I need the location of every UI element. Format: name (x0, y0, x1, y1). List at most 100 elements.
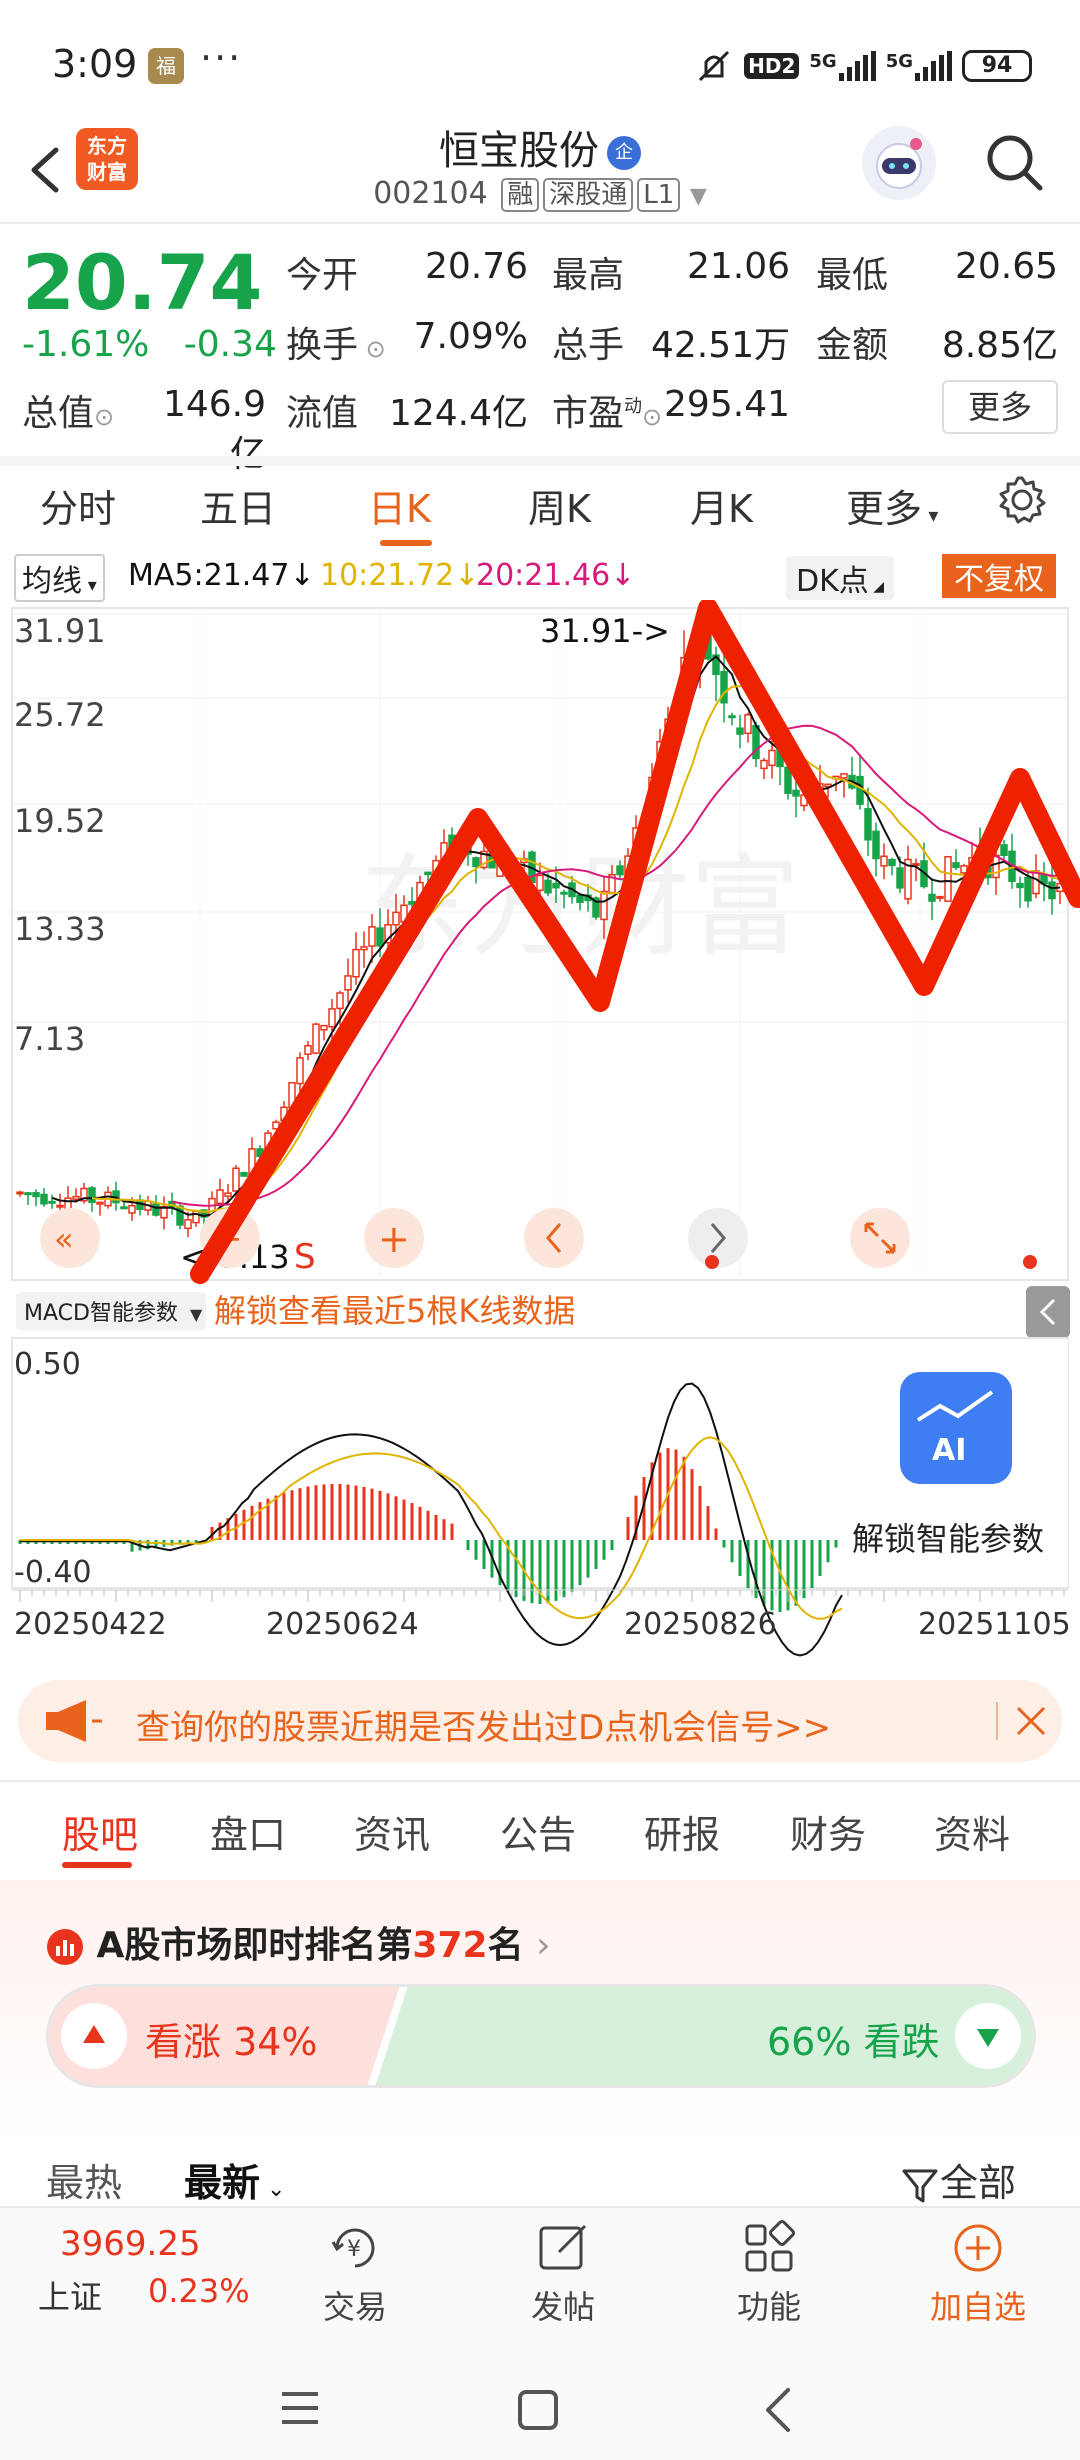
tab-intraday[interactable]: 分时 (40, 478, 116, 533)
candle-body (872, 830, 880, 860)
dropdown-icon: ▾ (922, 503, 939, 527)
candle-body (864, 808, 872, 841)
bearish-button[interactable] (955, 2003, 1021, 2069)
status-time: 3:09 (52, 42, 138, 86)
tab-finance[interactable]: 财务 (790, 1804, 866, 1859)
tab-profile[interactable]: 资料 (934, 1804, 1010, 1859)
candle-body (1000, 844, 1008, 856)
x-date-1: 20250422 (14, 1607, 167, 1642)
sentiment-bar: 看涨 34% 66% 看跌 (46, 1984, 1036, 2088)
index-ticker[interactable]: 3969.25 上证 0.23% (30, 2206, 260, 2332)
macd-y-bottom: -0.40 (14, 1555, 92, 1590)
sort-new[interactable]: 最新 ⌄ (184, 2152, 285, 2207)
candle-body (880, 855, 888, 867)
candle-body (32, 1192, 40, 1198)
candle-body (368, 926, 376, 947)
candle-body (360, 946, 368, 951)
kline-chart[interactable]: 东方财富 31.9125.7219.5213.337.13 31.91-> <-… (0, 600, 1080, 1660)
nav-function[interactable]: 功能 (714, 2206, 824, 2332)
svg-text:+: + (378, 1217, 410, 1261)
triangle-up-icon (83, 2025, 105, 2043)
app-logo: 东方 财富 (76, 128, 138, 190)
tab-orderbook[interactable]: 盘口 (210, 1804, 286, 1859)
ma20-value: 20:21.46↓ (476, 558, 636, 593)
candle-body (616, 865, 624, 876)
search-icon[interactable] (980, 128, 1050, 198)
candle-body (232, 1167, 240, 1192)
bullish-button[interactable] (61, 2003, 127, 2069)
header-divider (0, 222, 1080, 224)
low-value: 20.65 (954, 246, 1058, 287)
menu-icon[interactable] (278, 2388, 322, 2428)
home-icon[interactable] (516, 2388, 560, 2432)
tab-daily-k[interactable]: 日K (368, 478, 431, 533)
dk-point-button[interactable]: DK点 ◢ (786, 556, 894, 600)
hd-icon: HD2 (744, 53, 800, 79)
turnover-label[interactable]: 换手 ⊙ (286, 316, 386, 368)
y-tick-label: 25.72 (14, 696, 106, 734)
scroll-left-icon[interactable] (524, 1208, 584, 1268)
info-icon: ⊙ (94, 403, 115, 431)
nav-trade[interactable]: ¥ 交易 (300, 2206, 410, 2332)
stock-header: 恒宝股份企 002104 融深股通 L1 ▼ 东方 财富 (0, 118, 1080, 226)
adjust-button[interactable]: 不复权 (942, 554, 1056, 598)
candle-body (888, 859, 896, 867)
triangle-down-icon (977, 2029, 999, 2047)
connect-tag: 深股通 (543, 178, 634, 212)
tab-guba[interactable]: 股吧 (62, 1804, 138, 1859)
volume-label: 总手 (552, 325, 625, 366)
back-icon[interactable] (758, 2386, 798, 2434)
candle-body (88, 1187, 96, 1203)
pe-label[interactable]: 市盈动⊙ (552, 384, 662, 436)
tab-weekly-k[interactable]: 周K (528, 478, 591, 533)
battery-icon: 94 (962, 50, 1032, 82)
settings-gear-icon[interactable] (996, 474, 1048, 526)
assistant-robot-icon[interactable] (862, 126, 936, 200)
more-quote-button[interactable]: 更多 (942, 380, 1058, 434)
grid-apps-icon (745, 2220, 795, 2272)
system-nav-bar (0, 2332, 1080, 2460)
candle-body (952, 862, 960, 869)
ma-selector[interactable]: 均线 ▾ (14, 554, 105, 602)
info-icon: ⊙ (358, 335, 386, 363)
candle-body (328, 1008, 336, 1028)
zoom-in-icon[interactable]: + (364, 1208, 424, 1268)
candle-body (472, 857, 480, 868)
tab-news[interactable]: 资讯 (354, 1804, 430, 1859)
mute-icon (699, 50, 730, 82)
scroll-right-icon[interactable] (688, 1208, 748, 1269)
collapse-panel-icon[interactable] (1026, 1286, 1070, 1338)
fullscreen-icon[interactable] (850, 1208, 910, 1268)
dk-signal-banner[interactable]: 查询你的股票近期是否发出过D点机会信号>> (18, 1680, 1062, 1762)
candle-body (24, 1192, 32, 1196)
ai-unlock-card[interactable]: AI 解锁智能参数 (846, 1340, 1068, 1586)
candle-body (424, 871, 432, 876)
ma-indicator-row: 均线 ▾ MA5:21.47↓ 10:21.72↓ 20:21.46↓ DK点 … (0, 550, 1080, 602)
tab-announcements[interactable]: 公告 (500, 1804, 576, 1859)
macd-selector-label: MACD智能参数 (24, 1301, 178, 1326)
tab-monthly-k[interactable]: 月K (690, 478, 753, 533)
nav-post[interactable]: 发帖 (508, 2206, 618, 2332)
market-rank[interactable]: A股市场即时排名第372名 › (46, 1916, 551, 1968)
tab-five-day[interactable]: 五日 (200, 478, 276, 533)
nav-add-watchlist[interactable]: 加自选 (908, 2206, 1048, 2332)
candle-body (128, 1204, 136, 1214)
enterprise-badge-icon: 企 (607, 136, 641, 170)
open-value: 20.76 (424, 246, 528, 287)
candle-body (224, 1192, 232, 1197)
back-arrow-icon[interactable] (20, 138, 70, 202)
ma10-value: 10:21.72↓ (320, 558, 480, 593)
sort-hot[interactable]: 最热 (46, 2152, 122, 2207)
candle-body (240, 1171, 248, 1177)
filter-all[interactable]: 全部 (900, 2152, 1016, 2207)
mktcap-label[interactable]: 总值⊙ (22, 384, 114, 436)
candle-body (392, 911, 400, 926)
tab-more-periods[interactable]: 更多 ▾ (846, 478, 938, 533)
tab-research[interactable]: 研报 (644, 1804, 720, 1859)
scroll-left-fast-icon[interactable]: « (40, 1208, 100, 1268)
macd-unlock-text[interactable]: 解锁查看最近5根K线数据 (214, 1292, 575, 1330)
macd-y-top: 0.50 (14, 1347, 81, 1382)
section-divider (0, 456, 1080, 466)
close-icon[interactable] (1014, 1704, 1048, 1738)
sell-signal: S (294, 1237, 316, 1277)
